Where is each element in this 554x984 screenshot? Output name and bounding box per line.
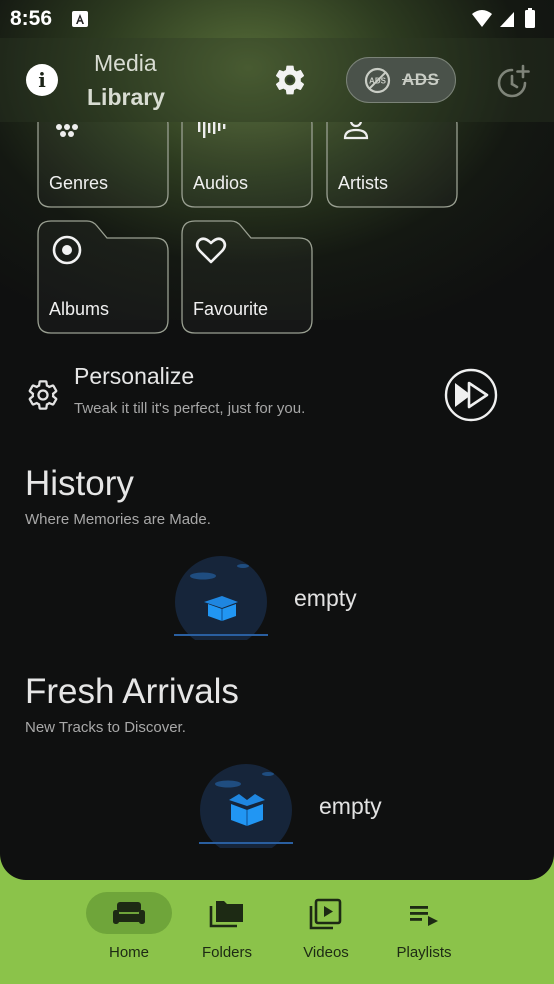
personalize-title[interactable]: Personalize	[74, 363, 194, 390]
nav-item-home[interactable]: Home	[86, 892, 184, 972]
tile-albums[interactable]: Albums	[37, 220, 169, 334]
nav-item-folders[interactable]: Folders	[178, 892, 276, 972]
personalize-gear-icon	[28, 380, 58, 410]
nav-label: Home	[108, 944, 149, 961]
app-title-line1: Media	[94, 50, 157, 76]
tile-label: Favourite	[193, 299, 269, 319]
fresh-arrivals-title: Fresh Arrivals	[25, 672, 239, 711]
remove-ads-button[interactable]: ADS ADS	[346, 57, 456, 103]
tile-genres[interactable]: Genres	[37, 122, 169, 208]
empty-box-icon	[174, 556, 268, 648]
bottom-navigation: Home Folders Videos Playlists	[0, 880, 554, 984]
heart-icon	[195, 237, 227, 264]
tile-audios[interactable]: Audios	[181, 122, 313, 208]
nav-label: Folders	[201, 944, 253, 961]
tile-artists[interactable]: Artists	[326, 122, 458, 208]
tile-label: Genres	[49, 173, 109, 193]
disc-icon	[52, 235, 82, 265]
nav-label: Videos	[303, 944, 349, 961]
tile-label: Albums	[49, 299, 110, 319]
nav-label: Playlists	[396, 944, 452, 961]
fast-forward-icon[interactable]	[444, 368, 498, 422]
playlist-icon	[410, 906, 438, 926]
sofa-icon	[113, 902, 145, 924]
fresh-arrivals-subtitle: New Tracks to Discover.	[25, 719, 186, 736]
info-button[interactable]: i	[26, 64, 58, 96]
no-ads-icon: ADS	[364, 67, 391, 94]
empty-box-icon	[199, 764, 293, 856]
history-subtitle: Where Memories are Made.	[25, 511, 211, 528]
nav-item-playlists[interactable]: Playlists	[375, 892, 473, 972]
history-empty-label: empty	[294, 585, 357, 611]
settings-gear-icon[interactable]	[272, 62, 308, 98]
fresh-arrivals-empty-illustration	[197, 764, 297, 856]
home-content: Genres Audios Artists Albums Favourite P…	[0, 122, 554, 880]
app-surface: 8:56 i Media Library ADS ADS	[0, 0, 554, 880]
nav-item-videos[interactable]: Videos	[277, 892, 375, 972]
video-library-icon	[309, 898, 342, 930]
personalize-subtitle: Tweak it till it's perfect, just for you…	[74, 400, 306, 417]
history-empty-illustration	[172, 556, 272, 648]
audio-wave-icon	[198, 122, 226, 138]
status-bar: 8:56	[0, 0, 554, 38]
person-icon	[343, 122, 369, 140]
top-app-bar: i Media Library ADS ADS	[0, 38, 554, 122]
info-icon: i	[38, 68, 46, 92]
status-time: 8:56	[10, 7, 53, 30]
app-title-line2: Library	[87, 84, 165, 110]
sleep-timer-add-icon[interactable]	[494, 64, 530, 100]
tile-label: Audios	[193, 173, 249, 193]
history-title: History	[25, 464, 134, 503]
folders-icon	[209, 901, 243, 928]
notification-icon	[72, 11, 88, 27]
fresh-arrivals-empty-label: empty	[319, 793, 382, 819]
tile-label: Artists	[338, 173, 389, 193]
system-status-icons	[472, 8, 535, 28]
ads-label: ADS	[402, 70, 440, 89]
tile-favourite[interactable]: Favourite	[181, 220, 313, 334]
genres-icon	[56, 124, 78, 137]
